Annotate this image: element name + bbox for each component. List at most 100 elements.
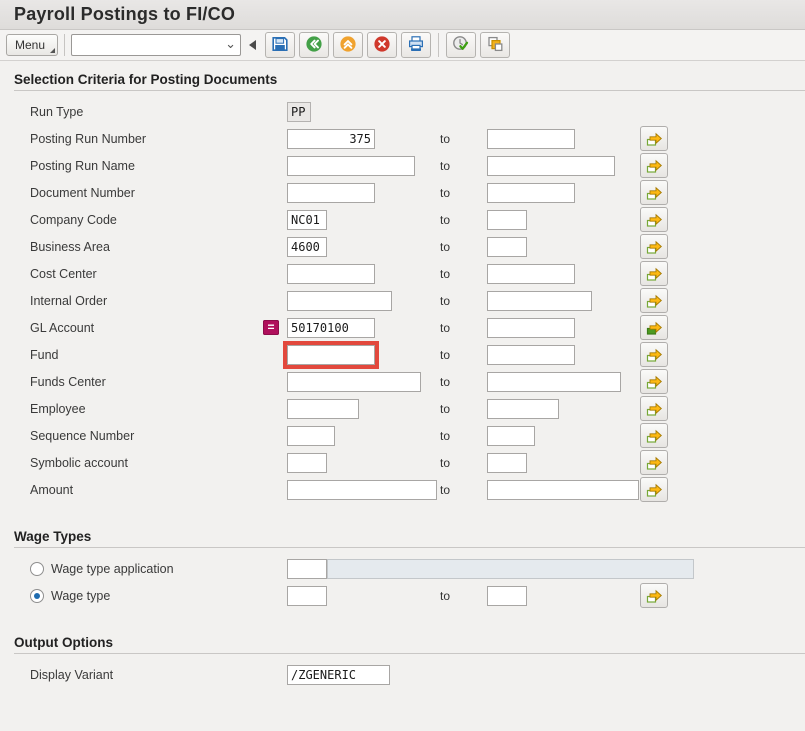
execute-button[interactable] <box>446 32 476 58</box>
amount-from-input[interactable] <box>287 480 437 500</box>
employee-from-input[interactable] <box>287 399 359 419</box>
funds-center-to-input[interactable] <box>487 372 621 392</box>
page-title: Payroll Postings to FI/CO <box>14 4 235 25</box>
equals-selection-option-icon[interactable]: = <box>263 320 279 335</box>
sequence-number-to-input[interactable] <box>487 426 535 446</box>
wage-type-to-input[interactable] <box>487 586 527 606</box>
document-number-to-input[interactable] <box>487 183 575 203</box>
row-run-type: Run Type <box>0 98 805 125</box>
cancel-button[interactable] <box>367 32 397 58</box>
new-session-button[interactable] <box>480 32 510 58</box>
field-label: Funds Center <box>30 375 260 389</box>
radio-label: Wage type <box>51 589 110 603</box>
chevron-down-icon[interactable]: ⌄ <box>225 36 236 52</box>
row-amount: Amount to <box>0 476 805 503</box>
employee-to-input[interactable] <box>487 399 559 419</box>
internal-order-multiselect-button[interactable] <box>640 288 668 313</box>
toolbar-group-separator <box>438 33 439 57</box>
wage-type-rows: Wage type application Wage type to <box>0 555 805 609</box>
collapse-toolbar-icon[interactable] <box>249 40 256 50</box>
section-title-wage-types: Wage Types <box>14 529 805 548</box>
application-toolbar: Menu ⌄ <box>0 30 805 61</box>
row-gl-account: GL Account = to <box>0 314 805 341</box>
sequence-number-multiselect-button[interactable] <box>640 423 668 448</box>
field-label: Employee <box>30 402 260 416</box>
document-number-multiselect-button[interactable] <box>640 180 668 205</box>
business-area-multiselect-button[interactable] <box>640 234 668 259</box>
print-button[interactable] <box>401 32 431 58</box>
sessions-icon <box>486 35 504 56</box>
funds-center-multiselect-button[interactable] <box>640 369 668 394</box>
document-number-from-input[interactable] <box>287 183 375 203</box>
fund-to-input[interactable] <box>487 345 575 365</box>
employee-multiselect-button[interactable] <box>640 396 668 421</box>
posting-run-name-to-input[interactable] <box>487 156 615 176</box>
symbolic-account-to-input[interactable] <box>487 453 527 473</box>
cost-center-to-input[interactable] <box>487 264 575 284</box>
save-button[interactable] <box>265 32 295 58</box>
field-label: GL Account <box>30 321 260 335</box>
wage-type-multiselect-button[interactable] <box>640 583 668 608</box>
up-chevrons-icon <box>339 35 357 56</box>
field-label: Posting Run Number <box>30 132 260 146</box>
row-company-code: Company Code to <box>0 206 805 233</box>
amount-to-input[interactable] <box>487 480 639 500</box>
to-label: to <box>440 213 487 227</box>
row-posting-run-name: Posting Run Name to <box>0 152 805 179</box>
output-rows: Display Variant <box>0 661 805 688</box>
business-area-from-input[interactable] <box>287 237 327 257</box>
to-label: to <box>440 483 487 497</box>
posting-run-number-from-input[interactable] <box>287 129 375 149</box>
up-button[interactable] <box>333 32 363 58</box>
company-code-from-input[interactable] <box>287 210 327 230</box>
command-combobox[interactable]: ⌄ <box>71 34 241 56</box>
to-label: to <box>440 267 487 281</box>
execute-icon <box>452 35 470 56</box>
menu-button[interactable]: Menu <box>6 34 58 56</box>
row-symbolic-account: Symbolic account to <box>0 449 805 476</box>
posting-run-name-multiselect-button[interactable] <box>640 153 668 178</box>
funds-center-from-input[interactable] <box>287 372 421 392</box>
internal-order-from-input[interactable] <box>287 291 392 311</box>
to-label: to <box>440 159 487 173</box>
company-code-multiselect-button[interactable] <box>640 207 668 232</box>
gl-account-multiselect-button-active[interactable] <box>640 315 668 340</box>
sequence-number-from-input[interactable] <box>287 426 335 446</box>
display-variant-input[interactable] <box>287 665 390 685</box>
wage-type-application-radio[interactable] <box>30 562 44 576</box>
fund-multiselect-button[interactable] <box>640 342 668 367</box>
symbolic-account-from-input[interactable] <box>287 453 327 473</box>
company-code-to-input[interactable] <box>487 210 527 230</box>
amount-multiselect-button[interactable] <box>640 477 668 502</box>
field-label: Display Variant <box>30 668 260 682</box>
cancel-icon <box>373 35 391 56</box>
gl-account-to-input[interactable] <box>487 318 575 338</box>
field-label: Internal Order <box>30 294 260 308</box>
posting-run-number-multiselect-button[interactable] <box>640 126 668 151</box>
symbolic-account-multiselect-button[interactable] <box>640 450 668 475</box>
row-fund: Fund to <box>0 341 805 368</box>
fund-from-input-highlighted[interactable] <box>287 345 375 365</box>
to-label: to <box>440 132 487 146</box>
cost-center-from-input[interactable] <box>287 264 375 284</box>
row-document-number: Document Number to <box>0 179 805 206</box>
posting-run-number-to-input[interactable] <box>487 129 575 149</box>
to-label: to <box>440 348 487 362</box>
cost-center-multiselect-button[interactable] <box>640 261 668 286</box>
row-wage-type: Wage type to <box>0 582 805 609</box>
to-label: to <box>440 294 487 308</box>
print-icon <box>407 35 425 56</box>
back-icon <box>305 35 323 56</box>
internal-order-to-input[interactable] <box>487 291 592 311</box>
to-label: to <box>440 186 487 200</box>
posting-run-name-from-input[interactable] <box>287 156 415 176</box>
gl-account-from-input[interactable] <box>287 318 375 338</box>
row-internal-order: Internal Order to <box>0 287 805 314</box>
wage-type-application-input[interactable] <box>287 559 327 579</box>
toolbar-separator <box>64 34 65 56</box>
back-button[interactable] <box>299 32 329 58</box>
wage-type-from-input[interactable] <box>287 586 327 606</box>
business-area-to-input[interactable] <box>487 237 527 257</box>
wage-type-radio-selected[interactable] <box>30 589 44 603</box>
command-input[interactable] <box>75 36 221 54</box>
